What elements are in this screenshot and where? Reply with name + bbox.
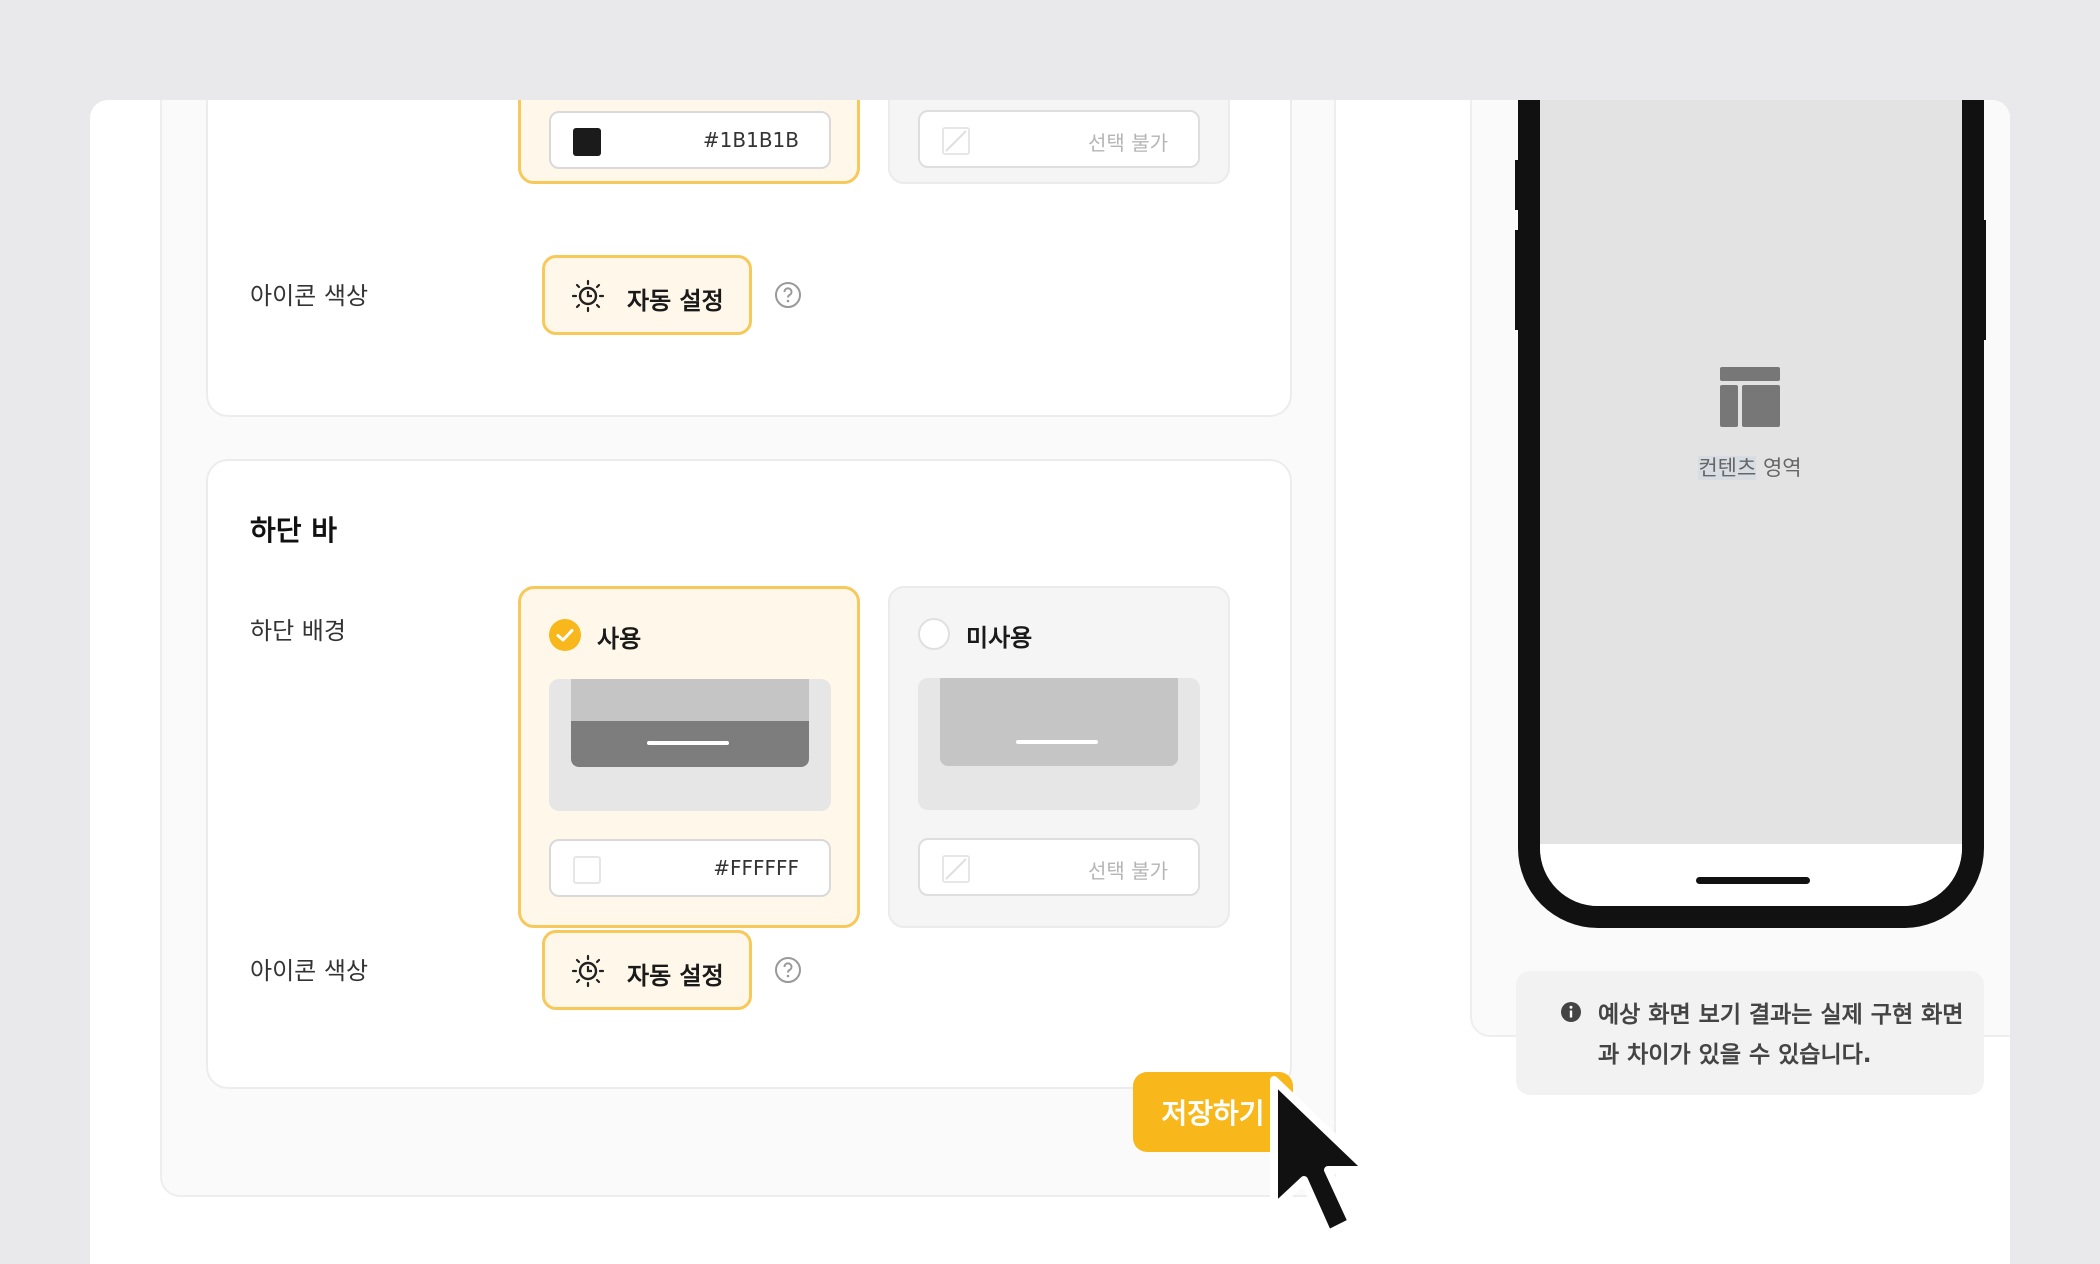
option-use-label: 사용 [597, 625, 642, 653]
top-color-field-disabled: 선택 불가 [918, 110, 1200, 168]
bottom-bar-preview-use [549, 679, 831, 811]
option-use[interactable]: 사용 #FFFFFF [518, 586, 860, 928]
color-swatch [573, 128, 601, 156]
info-icon [1561, 1002, 1581, 1022]
check-icon [556, 629, 574, 642]
disabled-swatch [942, 855, 970, 883]
settings-panel: #1B1B1B 선택 불가 아이콘 색상 자동 설정 하단 바 하단 배경 사용… [160, 100, 1336, 1197]
auto-setting-button[interactable]: 자동 설정 [542, 255, 752, 335]
help-icon[interactable] [774, 956, 802, 984]
bottom-color-field-disabled: 선택 불가 [918, 838, 1200, 896]
color-value: #1B1B1B [702, 128, 799, 152]
top-option-use[interactable]: #1B1B1B [518, 100, 860, 184]
bottom-background-label: 하단 배경 [250, 617, 346, 645]
color-value-disabled: 선택 불가 [1088, 131, 1168, 155]
home-indicator [1696, 877, 1810, 884]
radio-unchecked[interactable] [918, 618, 950, 650]
auto-setting-label: 자동 설정 [627, 287, 724, 315]
top-bar-section: #1B1B1B 선택 불가 아이콘 색상 자동 설정 [206, 100, 1292, 417]
section-title: 하단 바 [250, 514, 338, 547]
sun-auto-icon [571, 279, 605, 313]
auto-setting-button[interactable]: 자동 설정 [542, 930, 752, 1010]
cursor-icon [1270, 1076, 1372, 1238]
sun-auto-icon [571, 954, 605, 988]
disabled-swatch [942, 127, 970, 155]
preview-notice: 예상 화면 보기 결과는 실제 구현 화면과 차이가 있을 수 있습니다. [1516, 971, 1984, 1095]
bottom-bar-preview-unused [918, 678, 1200, 810]
top-option-unused[interactable]: 선택 불가 [888, 100, 1230, 184]
slash-icon [945, 130, 967, 152]
content-area-label: 컨텐츠 영역 [1698, 456, 1802, 480]
slash-icon [945, 858, 967, 880]
color-value-disabled: 선택 불가 [1088, 859, 1168, 883]
main-card: #1B1B1B 선택 불가 아이콘 색상 자동 설정 하단 바 하단 배경 사용… [90, 100, 2010, 1264]
option-unused-label: 미사용 [966, 624, 1033, 652]
help-icon[interactable] [774, 281, 802, 309]
layout-icon [1720, 367, 1780, 427]
icon-color-label: 아이콘 색상 [250, 957, 369, 985]
notice-text: 예상 화면 보기 결과는 실제 구현 화면과 차이가 있을 수 있습니다. [1598, 1002, 1964, 1068]
top-color-field[interactable]: #1B1B1B [549, 111, 831, 169]
auto-setting-label: 자동 설정 [627, 962, 724, 990]
radio-checked[interactable] [549, 619, 581, 651]
bottom-bar-area [1540, 844, 1962, 906]
color-value: #FFFFFF [713, 856, 799, 880]
icon-color-label: 아이콘 색상 [250, 282, 369, 310]
color-swatch [573, 856, 601, 884]
option-unused[interactable]: 미사용 선택 불가 [888, 586, 1230, 928]
bottom-color-field[interactable]: #FFFFFF [549, 839, 831, 897]
bottom-bar-section: 하단 바 하단 배경 사용 #FFFFFF 미사용 선택 불가 아이콘 색상 자… [206, 459, 1292, 1089]
phone-mockup [1518, 100, 1984, 928]
